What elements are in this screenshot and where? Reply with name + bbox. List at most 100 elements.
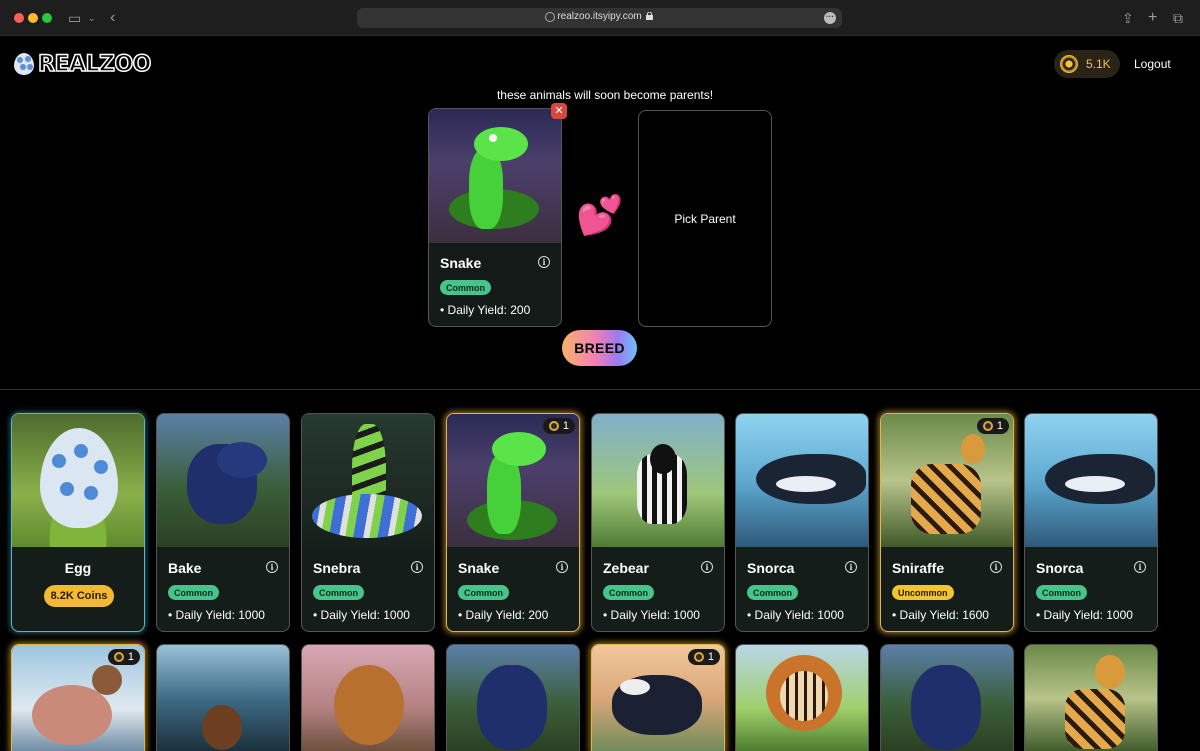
daily-yield: • Daily Yield: 1000: [747, 608, 844, 622]
owned-count: 1: [127, 651, 134, 663]
animal-image: [157, 645, 289, 751]
animal-image: 1: [447, 414, 579, 547]
card-name: Snake: [458, 560, 500, 576]
card-name: Sniraffe: [892, 560, 945, 576]
tab-overview-icon[interactable]: ⧉: [1173, 9, 1183, 27]
animal-image: [157, 414, 289, 547]
info-icon[interactable]: i: [990, 561, 1002, 573]
owned-count: 1: [562, 420, 569, 432]
hearts-icon: 💕: [576, 195, 624, 237]
owned-count-badge: 1: [687, 649, 720, 665]
egg-image: [12, 414, 144, 547]
close-window-icon[interactable]: [14, 13, 24, 23]
minimize-window-icon[interactable]: [28, 13, 38, 23]
animal-image: [447, 645, 579, 751]
animal-card[interactable]: Zebear i Common • Daily Yield: 1000: [591, 413, 725, 632]
animal-image: [1025, 414, 1157, 547]
rarity-badge: Common: [1036, 585, 1087, 600]
animal-card[interactable]: 1: [11, 644, 145, 751]
owned-count-badge: 1: [976, 418, 1009, 434]
more-options-icon[interactable]: ···: [824, 12, 836, 24]
daily-yield: • Daily Yield: 1000: [313, 608, 410, 622]
animal-card[interactable]: [735, 644, 869, 751]
owned-count: 1: [996, 420, 1003, 432]
pick-parent-slot[interactable]: Pick Parent: [638, 110, 772, 327]
card-name: Egg: [64, 560, 92, 576]
animal-image: [302, 414, 434, 547]
animal-card[interactable]: 1: [591, 644, 725, 751]
owned-count-badge: 1: [107, 649, 140, 665]
egg-price-button[interactable]: 8.2K Coins: [44, 585, 114, 607]
animal-image: [736, 645, 868, 751]
animal-card[interactable]: 1 Sniraffe i Uncommon • Daily Yield: 160…: [880, 413, 1014, 632]
rarity-badge: Common: [440, 280, 491, 295]
daily-yield: • Daily Yield: 200: [440, 303, 531, 317]
section-divider: [0, 389, 1200, 390]
owned-count: 1: [707, 651, 714, 663]
info-icon[interactable]: i: [538, 256, 550, 268]
browser-toolbar: ▭ ⌄ ‹ realzoo.itsyipy.com ··· ⇪ + ⧉: [0, 0, 1200, 36]
daily-yield: • Daily Yield: 1600: [892, 608, 989, 622]
animal-card[interactable]: Bake i Common • Daily Yield: 1000: [156, 413, 290, 632]
animal-card[interactable]: [301, 644, 435, 751]
info-icon[interactable]: i: [411, 561, 423, 573]
card-name: Snebra: [313, 560, 361, 576]
animal-image: 1: [881, 414, 1013, 547]
coin-balance[interactable]: 5.1K: [1054, 50, 1120, 78]
card-name: Snorca: [747, 560, 795, 576]
pick-parent-label: Pick Parent: [674, 211, 736, 226]
selected-parent-card[interactable]: Snake i Common • Daily Yield: 200: [428, 108, 562, 327]
site-logo[interactable]: REALZOO: [14, 51, 152, 78]
egg-card[interactable]: Egg 8.2K Coins: [11, 413, 145, 632]
rarity-badge: Common: [603, 585, 654, 600]
daily-yield: • Daily Yield: 200: [458, 608, 549, 622]
animal-image: [1025, 645, 1157, 751]
daily-yield: • Daily Yield: 1000: [1036, 608, 1133, 622]
rarity-badge: Common: [168, 585, 219, 600]
animal-card[interactable]: [156, 644, 290, 751]
chevron-down-icon[interactable]: ⌄: [88, 9, 96, 27]
url-text: realzoo.itsyipy.com: [557, 11, 642, 22]
info-icon[interactable]: i: [701, 561, 713, 573]
animal-card[interactable]: Snorca i Common • Daily Yield: 1000: [1024, 413, 1158, 632]
daily-yield: • Daily Yield: 1000: [603, 608, 700, 622]
info-icon[interactable]: i: [266, 561, 278, 573]
animal-image: [881, 645, 1013, 751]
animal-image: 1: [12, 645, 144, 751]
animal-image: 1: [592, 645, 724, 751]
animal-card[interactable]: [446, 644, 580, 751]
share-icon[interactable]: ⇪: [1122, 9, 1134, 27]
logo-text: REALZOO: [37, 51, 152, 78]
card-name: Bake: [168, 560, 202, 576]
animal-card[interactable]: [1024, 644, 1158, 751]
rarity-badge: Uncommon: [892, 585, 954, 600]
card-name: Snorca: [1036, 560, 1084, 576]
address-bar[interactable]: realzoo.itsyipy.com ···: [357, 8, 842, 28]
coin-icon: [982, 421, 993, 431]
animal-card[interactable]: Snebra i Common • Daily Yield: 1000: [301, 413, 435, 632]
info-icon[interactable]: i: [556, 561, 568, 573]
coin-balance-value: 5.1K: [1086, 57, 1111, 71]
remove-parent-button[interactable]: ✕: [551, 103, 567, 119]
back-icon[interactable]: ‹: [110, 9, 115, 27]
info-icon[interactable]: i: [845, 561, 857, 573]
breed-button[interactable]: BREED: [562, 330, 637, 366]
egg-logo-icon: [14, 53, 34, 75]
animal-image: [736, 414, 868, 547]
animal-card[interactable]: Snorca i Common • Daily Yield: 1000: [735, 413, 869, 632]
lock-icon: [646, 12, 653, 20]
card-name: Snake: [440, 255, 482, 271]
daily-yield: • Daily Yield: 1000: [168, 608, 265, 622]
card-name: Zebear: [603, 560, 649, 576]
new-tab-icon[interactable]: +: [1148, 9, 1157, 27]
owned-count-badge: 1: [542, 418, 575, 434]
logout-button[interactable]: Logout: [1134, 57, 1171, 71]
zoom-window-icon[interactable]: [42, 13, 52, 23]
coin-icon: [548, 421, 559, 431]
animal-image: [592, 414, 724, 547]
animal-card[interactable]: [880, 644, 1014, 751]
info-icon[interactable]: i: [1134, 561, 1146, 573]
breeding-caption: these animals will soon become parents!: [496, 88, 714, 102]
animal-card[interactable]: 1 Snake i Common • Daily Yield: 200: [446, 413, 580, 632]
sidebar-toggle-icon[interactable]: ▭: [68, 9, 81, 27]
